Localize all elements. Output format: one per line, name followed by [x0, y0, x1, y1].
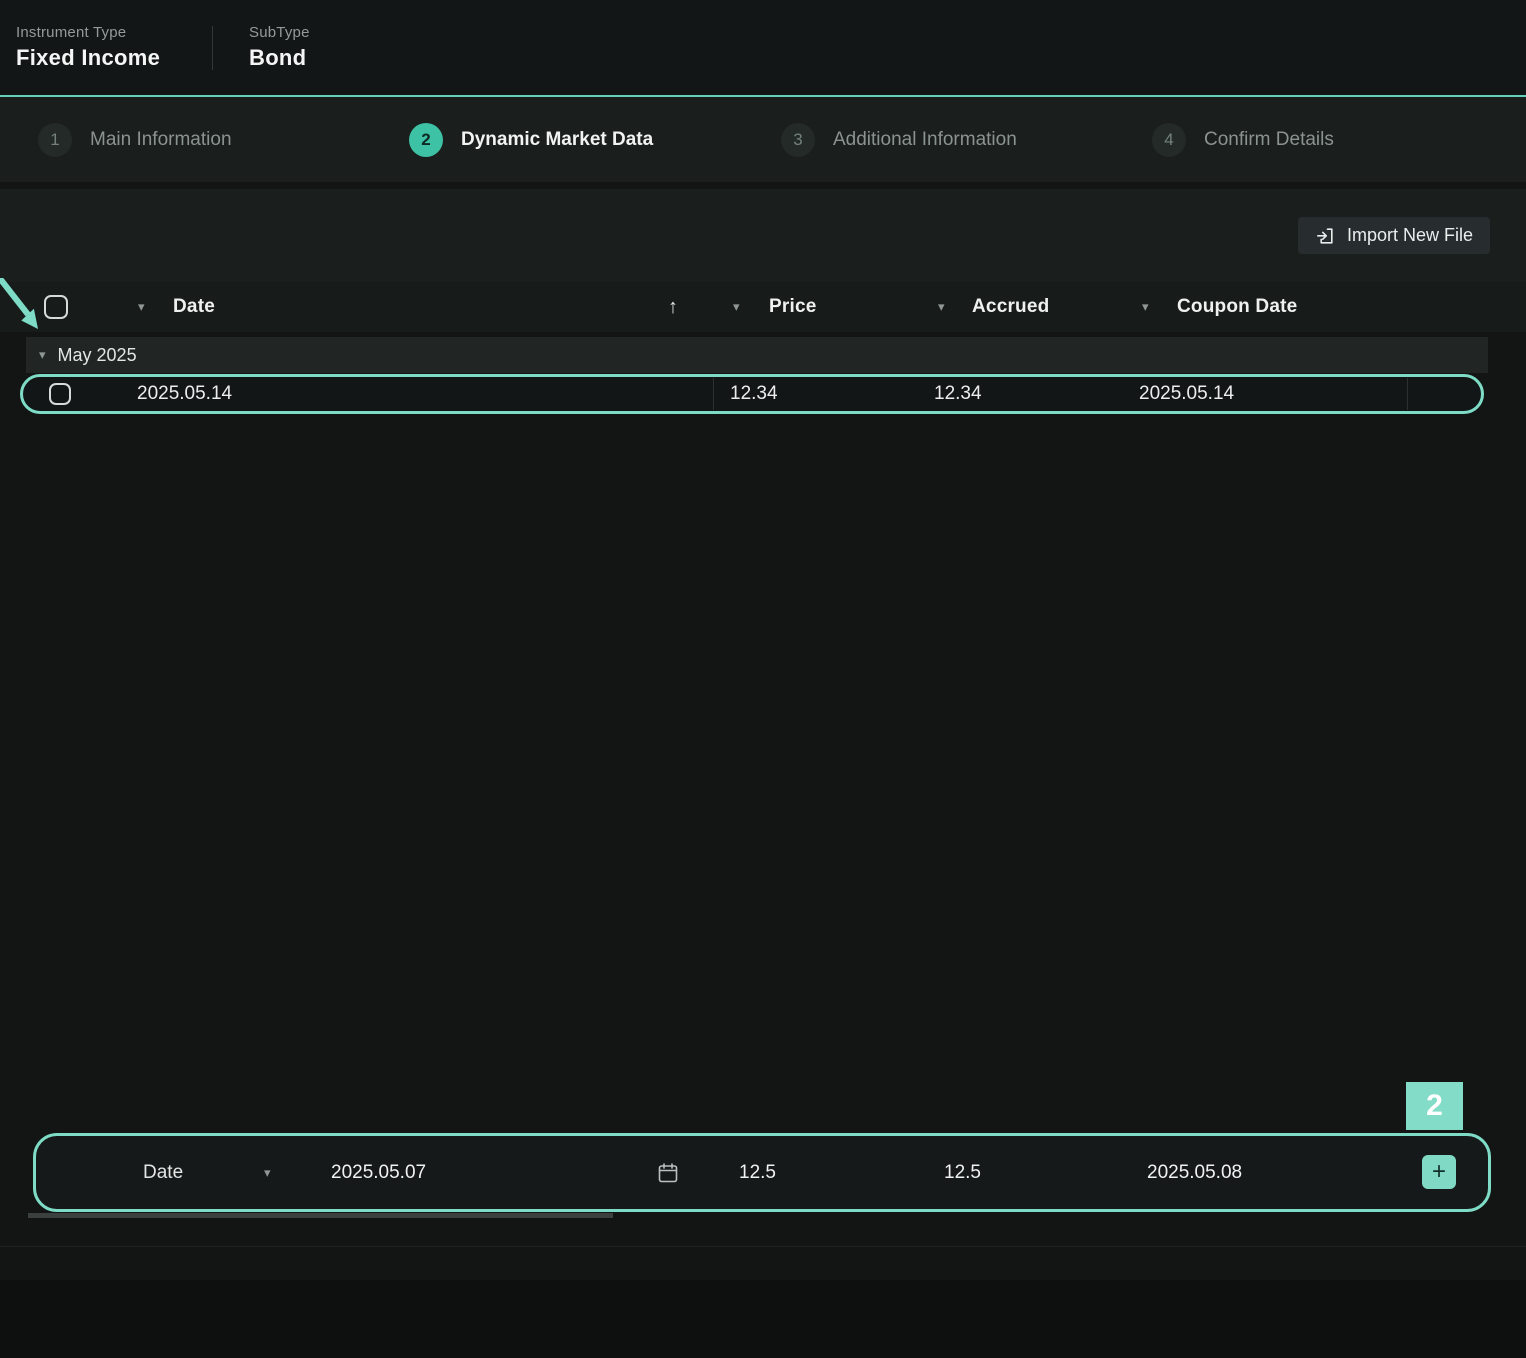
add-row-button[interactable]: +: [1422, 1155, 1456, 1189]
column-header-accrued[interactable]: Accrued: [972, 282, 1049, 332]
column-header-price[interactable]: Price: [769, 282, 816, 332]
row-cell-coupon-date: 2025.05.14: [1139, 377, 1234, 411]
subtype-block: SubType Bond: [249, 24, 310, 71]
instrument-type-value: Fixed Income: [16, 45, 212, 71]
step-4-number: 4: [1152, 123, 1186, 157]
instrument-type-label: Instrument Type: [16, 24, 212, 41]
entry-price-input[interactable]: 12.5: [739, 1136, 776, 1209]
date-column-menu-icon[interactable]: ▾: [138, 282, 145, 332]
calendar-icon[interactable]: [656, 1161, 680, 1190]
row-checkbox[interactable]: [49, 383, 71, 405]
group-collapse-icon[interactable]: ▾: [39, 347, 46, 363]
subtype-label: SubType: [249, 24, 310, 41]
sort-ascending-icon[interactable]: ↑: [668, 282, 678, 332]
row-cell-accrued: 12.34: [934, 377, 982, 411]
step-2-number: 2: [409, 123, 443, 157]
column-header-coupon-date[interactable]: Coupon Date: [1177, 282, 1297, 332]
annotation-arrow: [0, 278, 56, 342]
subtype-value: Bond: [249, 45, 310, 71]
entry-field-underline: [28, 1213, 613, 1218]
new-entry-row: Date ▾ 2025.05.07 12.5 12.5 2025.05.08 +: [33, 1133, 1491, 1212]
plus-icon: +: [1432, 1160, 1446, 1184]
step-1-number: 1: [38, 123, 72, 157]
import-icon: [1315, 226, 1335, 246]
header-divider: [212, 26, 213, 70]
app-root: Instrument Type Fixed Income SubType Bon…: [0, 0, 1526, 1358]
step-additional-information[interactable]: 3 Additional Information: [781, 97, 1017, 182]
entry-field-type-select[interactable]: Date: [143, 1136, 183, 1209]
import-new-file-button[interactable]: Import New File: [1298, 217, 1490, 254]
entry-accrued-input[interactable]: 12.5: [944, 1136, 981, 1209]
step-main-information[interactable]: 1 Main Information: [38, 97, 232, 182]
stepper: 1 Main Information 2 Dynamic Market Data…: [0, 97, 1526, 182]
toolbar: Import New File: [0, 189, 1526, 282]
step-3-label: Additional Information: [833, 129, 1017, 151]
row-divider: [1407, 378, 1408, 410]
group-label: May 2025: [58, 345, 137, 366]
row-cell-date: 2025.05.14: [137, 377, 232, 411]
import-button-label: Import New File: [1347, 225, 1473, 246]
footer-bar: Close Next: [0, 1280, 1526, 1358]
step-dynamic-market-data[interactable]: 2 Dynamic Market Data: [409, 97, 653, 182]
panel-edge: [0, 1246, 1526, 1247]
row-divider: [713, 378, 714, 410]
column-header-date[interactable]: Date: [173, 282, 215, 332]
header: Instrument Type Fixed Income SubType Bon…: [0, 0, 1526, 95]
price-column-menu-icon[interactable]: ▾: [733, 282, 740, 332]
group-row-may-2025[interactable]: ▾ May 2025: [26, 337, 1488, 373]
step-3-number: 3: [781, 123, 815, 157]
instrument-type-block: Instrument Type Fixed Income: [16, 24, 212, 71]
entry-coupon-date-input[interactable]: 2025.05.08: [1147, 1136, 1242, 1209]
step-4-label: Confirm Details: [1204, 129, 1334, 151]
step-1-label: Main Information: [90, 129, 232, 151]
accrued-column-menu-icon[interactable]: ▾: [938, 282, 945, 332]
coupon-date-column-menu-icon[interactable]: ▾: [1142, 282, 1149, 332]
annotation-step-badge: 2: [1406, 1082, 1463, 1130]
entry-field-type-caret-icon[interactable]: ▾: [264, 1136, 271, 1209]
entry-date-input[interactable]: 2025.05.07: [331, 1136, 426, 1209]
step-confirm-details[interactable]: 4 Confirm Details: [1152, 97, 1334, 182]
row-cell-price: 12.34: [730, 377, 778, 411]
table-header: ▾ Date ↑ ▾ Price ▾ Accrued ▾ Coupon Date: [0, 282, 1526, 332]
step-2-label: Dynamic Market Data: [461, 129, 653, 151]
table-row[interactable]: 2025.05.14 12.34 12.34 2025.05.14: [20, 374, 1484, 414]
